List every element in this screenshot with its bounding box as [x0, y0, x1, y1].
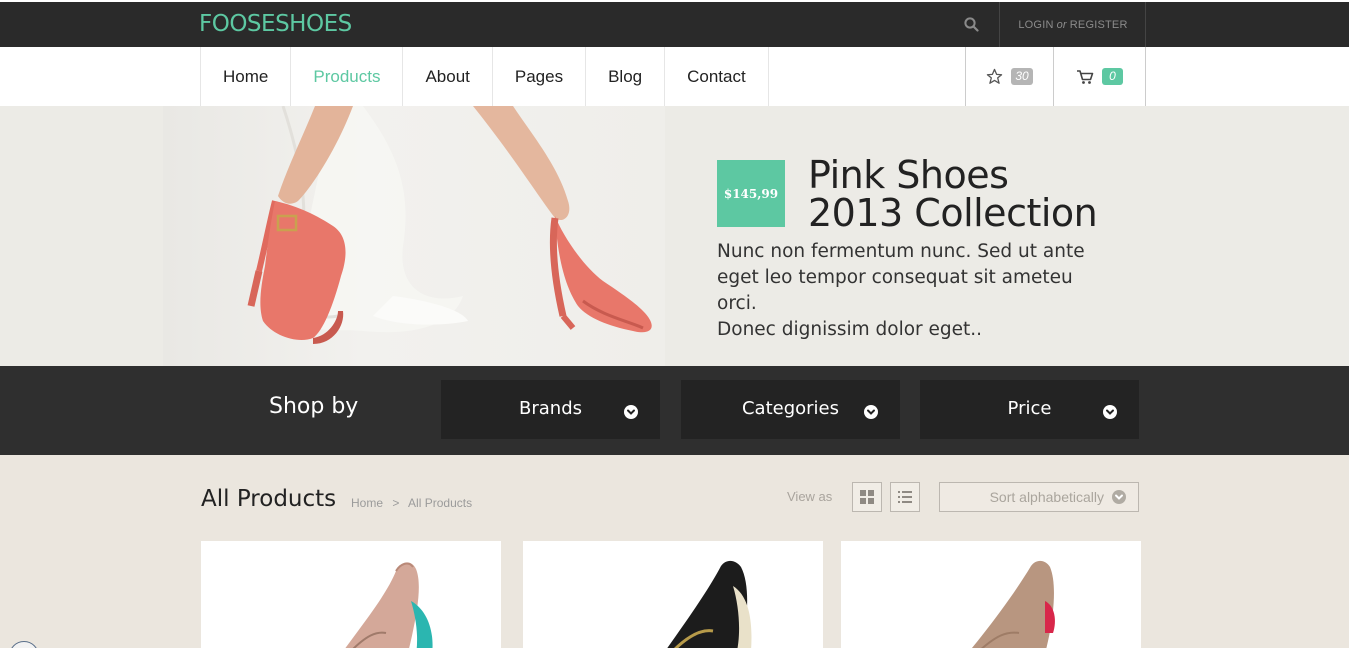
price-filter-dropdown[interactable]: Price	[920, 380, 1139, 439]
brands-filter-dropdown[interactable]: Brands	[441, 380, 660, 439]
cart-count-badge: 0	[1102, 68, 1123, 85]
main-nav: Home Products About Pages Blog Contact	[200, 47, 769, 106]
grid-view-icon	[860, 490, 874, 504]
breadcrumb-separator: >	[392, 496, 400, 510]
hero-shoes-illustration	[247, 106, 652, 344]
hero-description: Nunc non fermentum nunc. Sed ut ante ege…	[717, 239, 1117, 343]
nav-item-blog[interactable]: Blog	[586, 47, 666, 106]
product-image	[971, 560, 1055, 648]
hero-title-line-2: 2013 Collection	[808, 191, 1098, 235]
nav-item-contact[interactable]: Contact	[665, 47, 769, 106]
categories-filter-dropdown[interactable]: Categories	[681, 380, 900, 439]
wishlist-count-badge: 30	[1011, 68, 1033, 85]
sort-dropdown[interactable]: Sort alphabetically	[939, 482, 1139, 512]
product-image	[667, 560, 752, 648]
nav-item-pages[interactable]: Pages	[493, 47, 587, 106]
wishlist-button[interactable]: 30	[965, 47, 1054, 106]
hero-banner: $145,99 Pink Shoes 2013 Collection Nunc …	[0, 106, 1349, 366]
nav-bar: Home Products About Pages Blog Contact 3…	[0, 47, 1349, 106]
hero-image	[163, 106, 665, 366]
chevron-down-icon	[1103, 405, 1117, 419]
product-card[interactable]	[523, 541, 823, 648]
hero-title: Pink Shoes 2013 Collection	[808, 153, 1098, 235]
search-button[interactable]	[944, 2, 1000, 47]
hero-text-line-2: eget leo tempor consequat sit ameteu orc…	[717, 267, 1073, 314]
top-bar: FOOSESHOES LOGIN or REGISTER	[0, 0, 1349, 47]
shop-by-bar: Shop by Brands Categories Price	[0, 366, 1349, 455]
nav-item-home[interactable]: Home	[201, 47, 292, 106]
nav-item-about[interactable]: About	[403, 47, 493, 106]
chat-widget-icon[interactable]	[9, 641, 39, 648]
chevron-down-icon	[624, 405, 638, 419]
register-link[interactable]: REGISTER	[1070, 19, 1128, 31]
product-card[interactable]	[201, 541, 501, 648]
product-image	[345, 562, 433, 648]
page-title: All Products	[201, 486, 337, 512]
view-as-label: View as	[787, 489, 833, 504]
breadcrumb: Home > All Products	[351, 496, 472, 510]
price-tag: $145,99	[717, 160, 785, 227]
breadcrumb-home[interactable]: Home	[351, 496, 383, 510]
hero-text-line-1: Nunc non fermentum nunc. Sed ut ante	[717, 241, 1085, 262]
shop-by-label: Shop by	[269, 394, 359, 419]
list-view-icon	[898, 491, 912, 503]
login-link[interactable]: LOGIN	[1018, 19, 1053, 31]
site-logo[interactable]: FOOSESHOES	[199, 11, 352, 37]
login-register: LOGIN or REGISTER	[1001, 2, 1146, 47]
cart-button[interactable]: 0	[1054, 47, 1146, 106]
star-icon	[987, 68, 1003, 84]
cart-icon	[1077, 69, 1094, 84]
grid-view-button[interactable]	[852, 482, 882, 512]
search-icon	[964, 17, 979, 32]
hero-title-line-1: Pink Shoes	[808, 153, 1009, 197]
login-or: or	[1056, 18, 1067, 31]
chevron-down-icon	[1112, 490, 1126, 504]
hero-text-line-3: Donec dignissim dolor eget..	[717, 319, 983, 340]
sort-label: Sort alphabetically	[989, 489, 1104, 505]
list-view-button[interactable]	[890, 482, 920, 512]
product-card[interactable]	[841, 541, 1141, 648]
breadcrumb-current: All Products	[408, 496, 473, 510]
chevron-down-icon	[864, 405, 878, 419]
nav-item-products[interactable]: Products	[291, 47, 404, 106]
